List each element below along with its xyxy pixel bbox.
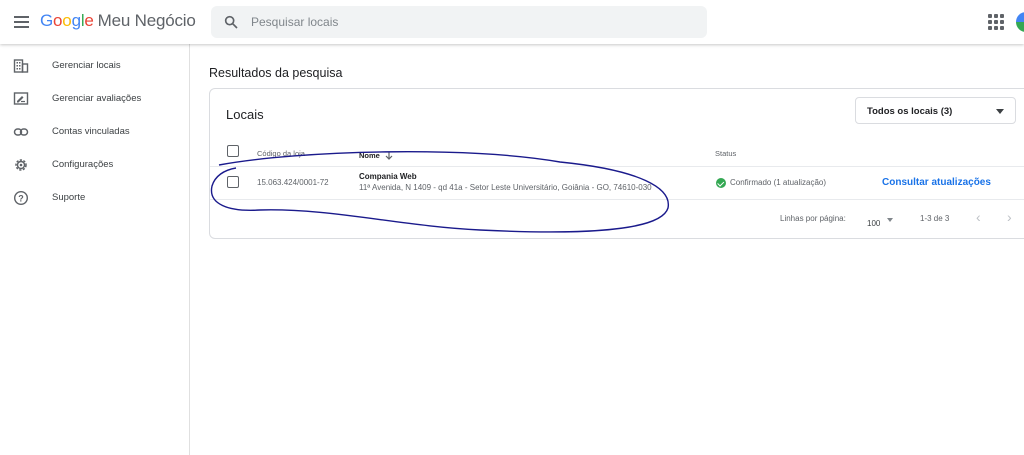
row-checkbox[interactable] (227, 176, 239, 188)
sidebar-item-label: Contas vinculadas (52, 126, 130, 137)
status-text: Confirmado (1 atualização) (730, 178, 827, 187)
app-logo[interactable]: Google Meu Negócio (40, 11, 196, 31)
column-header-label: Nome (359, 151, 380, 160)
location-name: Compania Web (359, 172, 417, 181)
store-code: 15.063.424/0001-72 (257, 178, 329, 187)
svg-text:?: ? (18, 193, 24, 203)
search-bar[interactable] (211, 6, 707, 38)
locations-card: Locais Todos os locais (3) Código da loj… (209, 88, 1024, 239)
divider (210, 166, 1024, 167)
review-icon (13, 92, 29, 105)
building-icon (13, 59, 29, 73)
product-name: Meu Negócio (97, 11, 196, 30)
check-circle-icon (716, 178, 726, 188)
sidebar-item-gerenciar-locais[interactable]: Gerenciar locais (0, 50, 189, 83)
locations-filter-dropdown[interactable]: Todos os locais (3) (855, 97, 1016, 124)
sidebar-item-label: Suporte (52, 192, 86, 203)
avatar[interactable] (1016, 12, 1024, 32)
sidebar-item-configuracoes[interactable]: Configurações (0, 149, 189, 182)
link-icon (13, 128, 29, 136)
arrow-down-icon (385, 151, 393, 160)
search-input[interactable] (251, 12, 691, 32)
rows-per-page-select[interactable]: 100 (867, 213, 893, 231)
apps-grid-icon[interactable] (988, 14, 1004, 30)
sidebar-item-gerenciar-avaliacoes[interactable]: Gerenciar avaliações (0, 83, 189, 116)
logo-letter: g (71, 11, 81, 30)
sidebar-item-label: Gerenciar locais (52, 60, 121, 71)
column-header-name[interactable]: Nome (359, 149, 393, 160)
rows-per-page-value: 100 (867, 219, 881, 228)
caret-down-icon (996, 109, 1004, 114)
search-icon[interactable] (223, 14, 239, 30)
top-app-bar: Google Meu Negócio (0, 0, 1024, 44)
location-address: 11ª Avenida, N 1409 - qd 41a - Setor Les… (359, 183, 652, 192)
filter-selected-value: Todos os locais (3) (867, 106, 953, 117)
column-header-code[interactable]: Código da loja (257, 149, 305, 158)
divider (210, 199, 1024, 200)
view-updates-link[interactable]: Consultar atualizações (882, 177, 991, 188)
sidebar-item-contas-vinculadas[interactable]: Contas vinculadas (0, 116, 189, 149)
select-all-checkbox[interactable] (227, 145, 239, 157)
page-title: Resultados da pesquisa (209, 66, 343, 80)
sidebar-item-suporte[interactable]: ? Suporte (0, 182, 189, 215)
pagination-range: 1-3 de 3 (920, 214, 950, 223)
sidebar-item-label: Configurações (52, 159, 114, 170)
gear-icon (15, 159, 27, 171)
logo-letter: o (62, 11, 72, 30)
card-title: Locais (226, 107, 264, 122)
caret-down-icon (887, 218, 893, 222)
logo-letter: o (53, 11, 63, 30)
sidebar: Gerenciar locais Gerenciar avaliações Co… (0, 44, 190, 455)
logo-letter: G (40, 11, 54, 30)
chevron-left-icon[interactable]: ‹ (976, 209, 981, 225)
menu-icon[interactable] (12, 12, 32, 32)
column-header-status[interactable]: Status (715, 149, 736, 158)
logo-letter: e (84, 11, 94, 30)
chevron-right-icon[interactable]: › (1007, 209, 1012, 225)
rows-per-page-label: Linhas por página: (780, 214, 846, 223)
help-icon: ? (13, 190, 29, 206)
sidebar-item-label: Gerenciar avaliações (52, 93, 142, 104)
